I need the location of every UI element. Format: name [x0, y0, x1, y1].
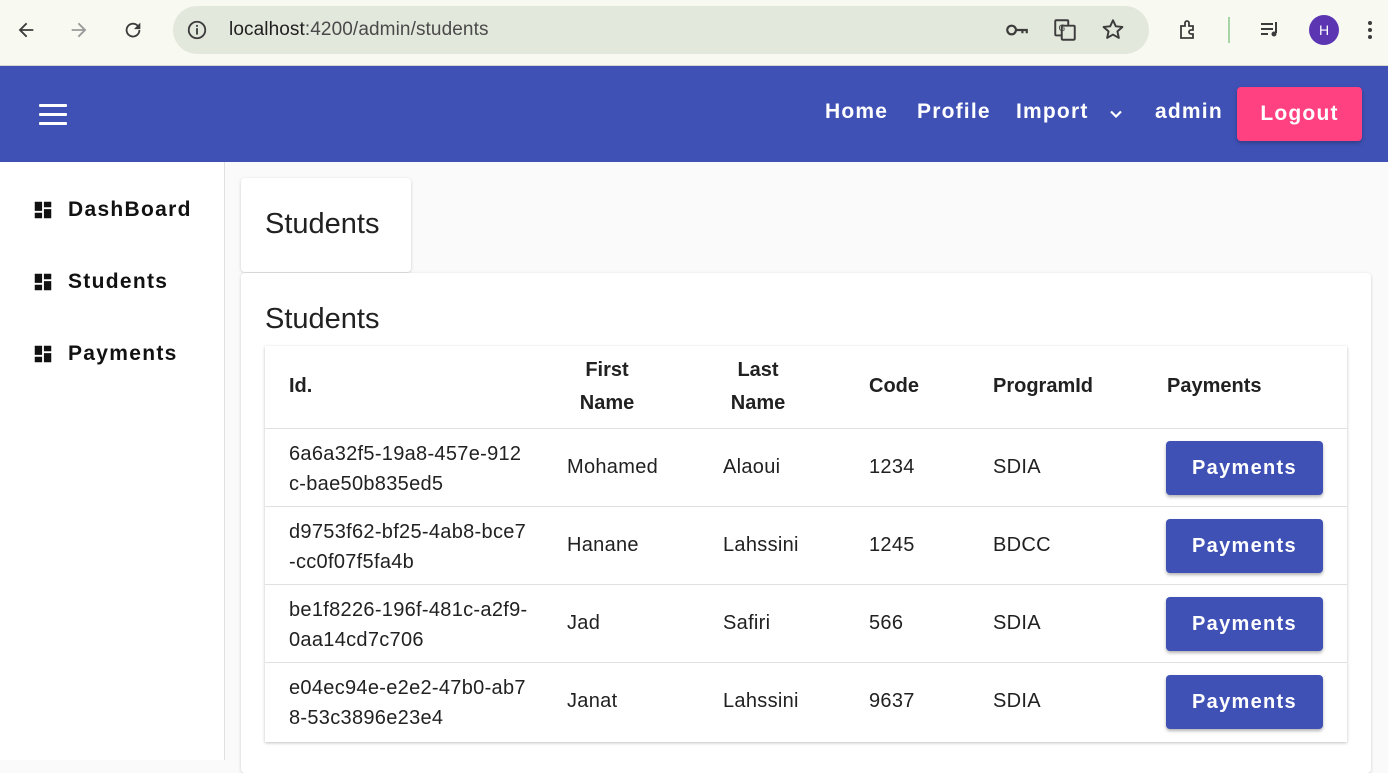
cell-last-name: Alaoui: [723, 456, 781, 478]
payments-button[interactable]: Payments: [1166, 519, 1323, 573]
cell-programid: SDIA: [993, 612, 1041, 634]
card-title: Students: [265, 303, 380, 335]
payments-button[interactable]: Payments: [1166, 675, 1323, 729]
header-line: Name: [579, 392, 635, 414]
payments-button[interactable]: Payments: [1166, 441, 1323, 495]
profile-initial: H: [1309, 15, 1339, 45]
site-info-icon[interactable]: [185, 18, 209, 42]
cell-last-name: Lahssini: [723, 690, 799, 712]
sidebar-item-students[interactable]: Students: [32, 270, 168, 294]
cell-code: 1234: [869, 456, 915, 478]
cell-first-name: Mohamed: [567, 456, 659, 478]
table-row: be1f8226-196f-481c-a2f9-0aa14cd7c706 Jad…: [265, 584, 1347, 662]
address-bar[interactable]: localhost:4200/admin/students G: [173, 6, 1149, 54]
cell-first-name: Janat: [567, 690, 618, 712]
table-row: 6a6a32f5-19a8-457e-912c-bae50b835ed5 Moh…: [265, 428, 1347, 506]
cell-last-name: Lahssini: [723, 534, 799, 556]
extensions-icon[interactable]: [1171, 12, 1207, 48]
url-text[interactable]: localhost:4200/admin/students: [229, 19, 489, 41]
cell-code: 566: [869, 612, 904, 634]
chevron-down-icon[interactable]: [1106, 104, 1126, 124]
profile-avatar[interactable]: H: [1306, 12, 1342, 48]
cell-last-name: Safiri: [723, 612, 771, 634]
cell-id: be1f8226-196f-481c-a2f9-0aa14cd7c706: [289, 599, 528, 651]
hamburger-menu-icon[interactable]: [33, 96, 73, 132]
column-header-payments[interactable]: Payments: [1167, 370, 1262, 403]
cell-programid: SDIA: [993, 690, 1041, 712]
dashboard-icon: [34, 345, 52, 363]
header-line: First: [585, 359, 629, 381]
url-path: :4200/admin/students: [304, 19, 489, 40]
media-control-icon[interactable]: [1252, 12, 1288, 48]
app-toolbar: Home Profile Import admin Logout: [0, 66, 1388, 162]
cell-programid: BDCC: [993, 534, 1051, 556]
svg-text:G: G: [1059, 24, 1066, 34]
sidebar-item-label: Payments: [68, 342, 178, 365]
table-row: d9753f62-bf25-4ab8-bce7-cc0f07f5fa4b Han…: [265, 506, 1347, 584]
toolbar-divider: [1228, 17, 1230, 43]
column-header-first-name[interactable]: First Name: [557, 354, 657, 420]
nav-user[interactable]: admin: [1155, 100, 1223, 124]
header-line: Last: [737, 359, 779, 381]
chrome-menu-icon[interactable]: [1352, 12, 1388, 48]
bookmark-star-icon[interactable]: [1099, 16, 1127, 44]
nav-profile[interactable]: Profile: [917, 100, 991, 124]
back-icon[interactable]: [8, 12, 44, 48]
nav-home[interactable]: Home: [825, 100, 888, 124]
payments-button[interactable]: Payments: [1166, 597, 1323, 651]
page-title: Students: [265, 208, 380, 240]
sidebar: DashBoard Students Payments: [0, 162, 225, 760]
students-table: Id. First Name Last Name Code ProgramId …: [265, 346, 1347, 742]
column-header-programid[interactable]: ProgramId: [993, 370, 1093, 403]
key-icon[interactable]: [1003, 16, 1031, 44]
nav-import[interactable]: Import: [1016, 100, 1089, 124]
column-header-id[interactable]: Id.: [289, 370, 312, 403]
sidebar-item-label: Students: [68, 270, 169, 293]
sidebar-item-dashboard[interactable]: DashBoard: [32, 198, 192, 222]
sidebar-item-label: DashBoard: [68, 198, 192, 221]
page-title-card: Students: [241, 178, 411, 272]
table-row: e04ec94e-e2e2-47b0-ab78-53c3896e23e4 Jan…: [265, 662, 1347, 740]
cell-id: d9753f62-bf25-4ab8-bce7-cc0f07f5fa4b: [289, 521, 527, 573]
cell-programid: SDIA: [993, 456, 1041, 478]
cell-first-name: Hanane: [567, 534, 639, 556]
cell-code: 1245: [869, 534, 915, 556]
url-host: localhost: [229, 19, 305, 40]
dashboard-icon: [34, 273, 52, 291]
column-header-code[interactable]: Code: [869, 370, 919, 403]
sidebar-item-payments[interactable]: Payments: [32, 342, 178, 366]
translate-icon[interactable]: G: [1051, 16, 1079, 44]
cell-id: e04ec94e-e2e2-47b0-ab78-53c3896e23e4: [289, 677, 526, 729]
forward-icon[interactable]: [61, 12, 97, 48]
browser-chrome: localhost:4200/admin/students G H: [0, 0, 1388, 66]
dashboard-icon: [34, 201, 52, 219]
header-line: Name: [730, 392, 786, 414]
cell-code: 9637: [869, 690, 915, 712]
cell-id: 6a6a32f5-19a8-457e-912c-bae50b835ed5: [289, 443, 522, 495]
cell-first-name: Jad: [567, 612, 601, 634]
reload-icon[interactable]: [115, 12, 151, 48]
logout-button[interactable]: Logout: [1237, 87, 1362, 141]
column-header-last-name[interactable]: Last Name: [708, 354, 808, 420]
